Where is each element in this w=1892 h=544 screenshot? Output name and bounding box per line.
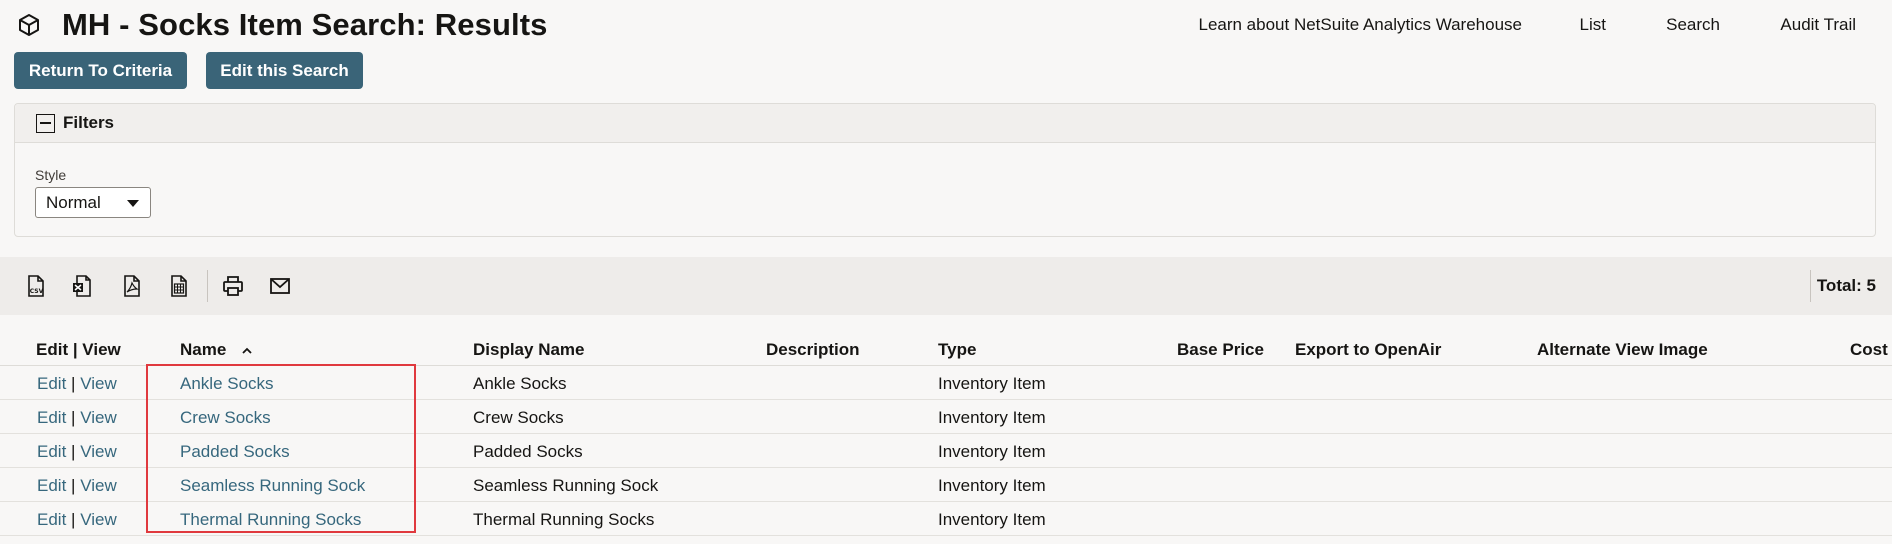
page-header: MH - Socks Item Search: Results Learn ab… [0,0,1892,50]
type-cell: Inventory Item [938,510,1046,529]
col-display-name[interactable]: Display Name [473,340,585,360]
type-cell: Inventory Item [938,408,1046,427]
excel-export-icon[interactable] [70,274,94,298]
cube-icon [19,14,39,36]
filters-title: Filters [63,113,115,132]
list-link[interactable]: List [1580,15,1606,35]
col-name[interactable]: Name [180,340,253,360]
return-to-criteria-button[interactable]: Return To Criteria [14,52,187,89]
col-description[interactable]: Description [766,340,860,360]
display-name-cell: Crew Socks [473,408,564,427]
col-export-openair[interactable]: Export to OpenAir [1295,340,1441,360]
svg-text:CSV: CSV [30,288,44,295]
view-link[interactable]: View [80,408,117,427]
search-link[interactable]: Search [1666,15,1720,35]
edit-view-cell: Edit | View [37,510,117,530]
separator: | [71,374,76,393]
page-title: MH - Socks Item Search: Results [62,7,548,42]
edit-view-cell: Edit | View [37,476,117,496]
view-link[interactable]: View [80,442,117,461]
filters-panel: Filters Style Normal [14,103,1876,237]
col-edit-view: Edit | View [36,340,121,359]
type-cell: Inventory Item [938,476,1046,495]
total-count: Total: 5 [1816,276,1876,295]
view-link[interactable]: View [80,476,117,495]
name-column-highlight [146,364,416,533]
col-name-label: Name [180,340,227,359]
audit-trail-link[interactable]: Audit Trail [1780,15,1856,35]
style-label: Style [35,167,67,183]
netsuite-analytics-link[interactable]: Learn about NetSuite Analytics Warehouse [1198,15,1522,35]
spreadsheet-export-icon[interactable] [167,274,191,298]
col-type[interactable]: Type [938,340,976,360]
edit-view-cell: Edit | View [37,374,117,394]
edit-link[interactable]: Edit [37,442,66,461]
display-name-cell: Seamless Running Sock [473,476,659,495]
toolbar-separator [1810,270,1811,302]
filters-header: Filters [15,104,1875,143]
edit-link[interactable]: Edit [37,476,66,495]
type-cell: Inventory Item [938,374,1046,393]
toolbar-separator [207,270,208,302]
view-link[interactable]: View [80,510,117,529]
edit-link[interactable]: Edit [37,510,66,529]
pdf-export-icon[interactable] [120,274,144,298]
style-select[interactable]: Normal [35,187,151,218]
separator: | [71,510,76,529]
separator: | [71,408,76,427]
edit-view-cell: Edit | View [37,442,117,462]
separator: | [71,476,76,495]
display-name-cell: Thermal Running Socks [473,510,655,529]
separator: | [71,442,76,461]
style-select-value: Normal [46,193,101,212]
edit-view-cell: Edit | View [37,408,117,428]
sort-ascending-icon [242,347,252,354]
caret-down-icon [127,200,139,207]
edit-link[interactable]: Edit [37,374,66,393]
col-alternate-view-image[interactable]: Alternate View Image [1537,340,1708,360]
display-name-cell: Ankle Socks [473,374,567,393]
email-icon[interactable] [268,274,292,298]
table-header: Edit | View Name Display Name Descriptio… [0,332,1892,366]
type-cell: Inventory Item [938,442,1046,461]
view-link[interactable]: View [80,374,117,393]
collapse-icon[interactable] [36,114,55,133]
display-name-cell: Padded Socks [473,442,583,461]
print-icon[interactable] [221,274,245,298]
edit-search-button[interactable]: Edit this Search [206,52,363,89]
col-cost[interactable]: Cost [1850,340,1888,360]
edit-link[interactable]: Edit [37,408,66,427]
csv-export-icon[interactable]: CSV [24,274,48,298]
results-toolbar: CSV Total: 5 [0,257,1892,315]
col-base-price[interactable]: Base Price [1177,340,1264,360]
